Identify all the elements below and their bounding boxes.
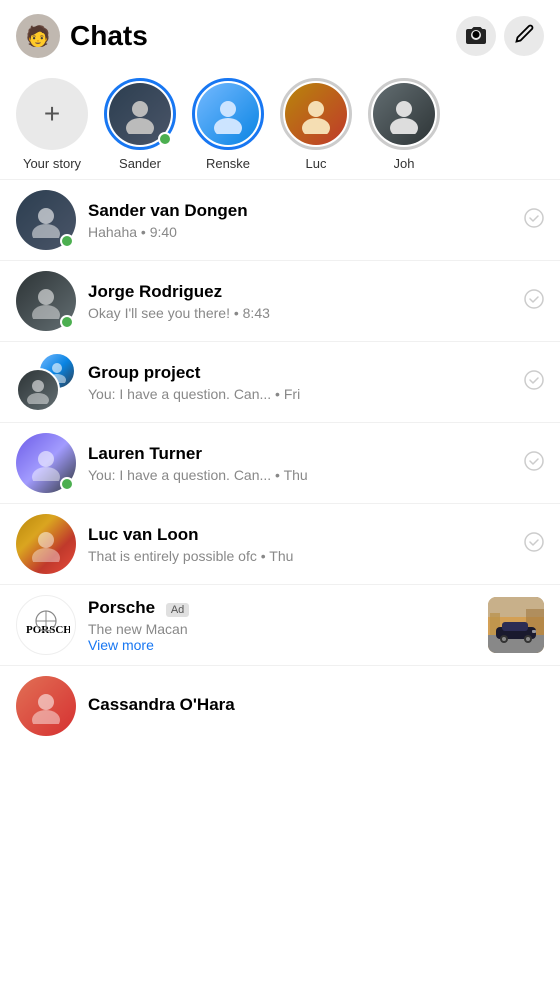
chat-avatar-wrapper	[16, 190, 76, 250]
ad-image	[488, 597, 544, 653]
chat-info: Porsche Ad The new Macan View more	[88, 598, 480, 653]
chat-name: Group project	[88, 363, 516, 383]
story-avatar	[197, 83, 259, 145]
svg-text:PORSCHE: PORSCHE	[26, 624, 70, 636]
camera-button[interactable]	[456, 16, 496, 56]
chat-item-porsche[interactable]: PORSCHE Porsche Ad The new Macan View mo…	[0, 585, 560, 665]
view-more-link[interactable]: View more	[88, 637, 480, 653]
add-story-button[interactable]: +	[16, 78, 88, 150]
avatar	[16, 676, 76, 736]
group-avatar-wrapper	[16, 352, 76, 412]
chat-info: Jorge Rodriguez Okay I'll see you there!…	[88, 282, 516, 321]
story-avatar-wrapper	[192, 78, 264, 150]
chat-preview: You: I have a question. Can... • Fri	[88, 386, 516, 402]
chat-list: Sander van Dongen Hahaha • 9:40 Jorge Ro…	[0, 180, 560, 746]
chat-preview: That is entirely possible ofc • Thu	[88, 548, 516, 564]
header: 🧑 Chats	[0, 0, 560, 68]
user-avatar[interactable]: 🧑	[16, 14, 60, 58]
story-avatar	[285, 83, 347, 145]
chat-item-jorge[interactable]: Jorge Rodriguez Okay I'll see you there!…	[0, 261, 560, 341]
read-check-icon	[524, 370, 544, 395]
chat-avatar-wrapper	[16, 676, 76, 736]
story-avatar	[373, 83, 435, 145]
online-indicator	[60, 477, 74, 491]
story-item-renske[interactable]: Renske	[192, 78, 264, 171]
story-label: Renske	[206, 156, 250, 171]
chat-item-sander[interactable]: Sander van Dongen Hahaha • 9:40	[0, 180, 560, 260]
read-check-icon	[524, 208, 544, 233]
story-item-joh[interactable]: Joh	[368, 78, 440, 171]
your-story-label: Your story	[23, 156, 81, 171]
porsche-logo-avatar: PORSCHE	[16, 595, 76, 655]
chat-preview: Okay I'll see you there! • 8:43	[88, 305, 516, 321]
page-title: Chats	[70, 20, 456, 52]
story-item-sander[interactable]: Sander	[104, 78, 176, 171]
edit-icon	[514, 24, 534, 49]
chat-name: Cassandra O'Hara	[88, 695, 544, 715]
online-indicator	[60, 315, 74, 329]
add-story-item[interactable]: + Your story	[16, 78, 88, 171]
story-label: Joh	[394, 156, 415, 171]
chat-name: Sander van Dongen	[88, 201, 516, 221]
story-ring	[280, 78, 352, 150]
read-check-icon	[524, 451, 544, 476]
online-indicator	[60, 234, 74, 248]
story-avatar-wrapper	[104, 78, 176, 150]
online-indicator	[158, 132, 172, 146]
story-avatar-wrapper	[280, 78, 352, 150]
chat-preview: Hahaha • 9:40	[88, 224, 516, 240]
chat-info: Cassandra O'Hara	[88, 695, 544, 718]
read-check-icon	[524, 532, 544, 557]
chat-name: Porsche Ad	[88, 598, 480, 618]
read-check-icon	[524, 289, 544, 314]
chat-avatar-wrapper	[16, 271, 76, 331]
header-actions	[456, 16, 544, 56]
chat-item-cassandra[interactable]: Cassandra O'Hara	[0, 666, 560, 746]
story-label: Sander	[119, 156, 161, 171]
story-ring	[368, 78, 440, 150]
chat-info: Group project You: I have a question. Ca…	[88, 363, 516, 402]
chat-preview: You: I have a question. Can... • Thu	[88, 467, 516, 483]
camera-icon	[465, 24, 487, 49]
chat-item-group[interactable]: Group project You: I have a question. Ca…	[0, 342, 560, 422]
avatar	[16, 514, 76, 574]
story-label: Luc	[306, 156, 327, 171]
group-avatar-main	[16, 368, 60, 412]
chat-name: Jorge Rodriguez	[88, 282, 516, 302]
chat-info: Sander van Dongen Hahaha • 9:40	[88, 201, 516, 240]
story-item-luc[interactable]: Luc	[280, 78, 352, 171]
ad-badge: Ad	[166, 603, 189, 617]
chat-item-lauren[interactable]: Lauren Turner You: I have a question. Ca…	[0, 423, 560, 503]
story-avatar-wrapper	[368, 78, 440, 150]
chat-name: Lauren Turner	[88, 444, 516, 464]
chat-info: Lauren Turner You: I have a question. Ca…	[88, 444, 516, 483]
chat-name: Luc van Loon	[88, 525, 516, 545]
chat-info: Luc van Loon That is entirely possible o…	[88, 525, 516, 564]
chat-avatar-wrapper	[16, 433, 76, 493]
story-ring	[192, 78, 264, 150]
chat-item-luc[interactable]: Luc van Loon That is entirely possible o…	[0, 504, 560, 584]
compose-button[interactable]	[504, 16, 544, 56]
chat-avatar-wrapper: PORSCHE	[16, 595, 76, 655]
stories-section: + Your story Sander Renske	[0, 68, 560, 179]
chat-preview: The new Macan	[88, 621, 480, 637]
chat-avatar-wrapper	[16, 514, 76, 574]
